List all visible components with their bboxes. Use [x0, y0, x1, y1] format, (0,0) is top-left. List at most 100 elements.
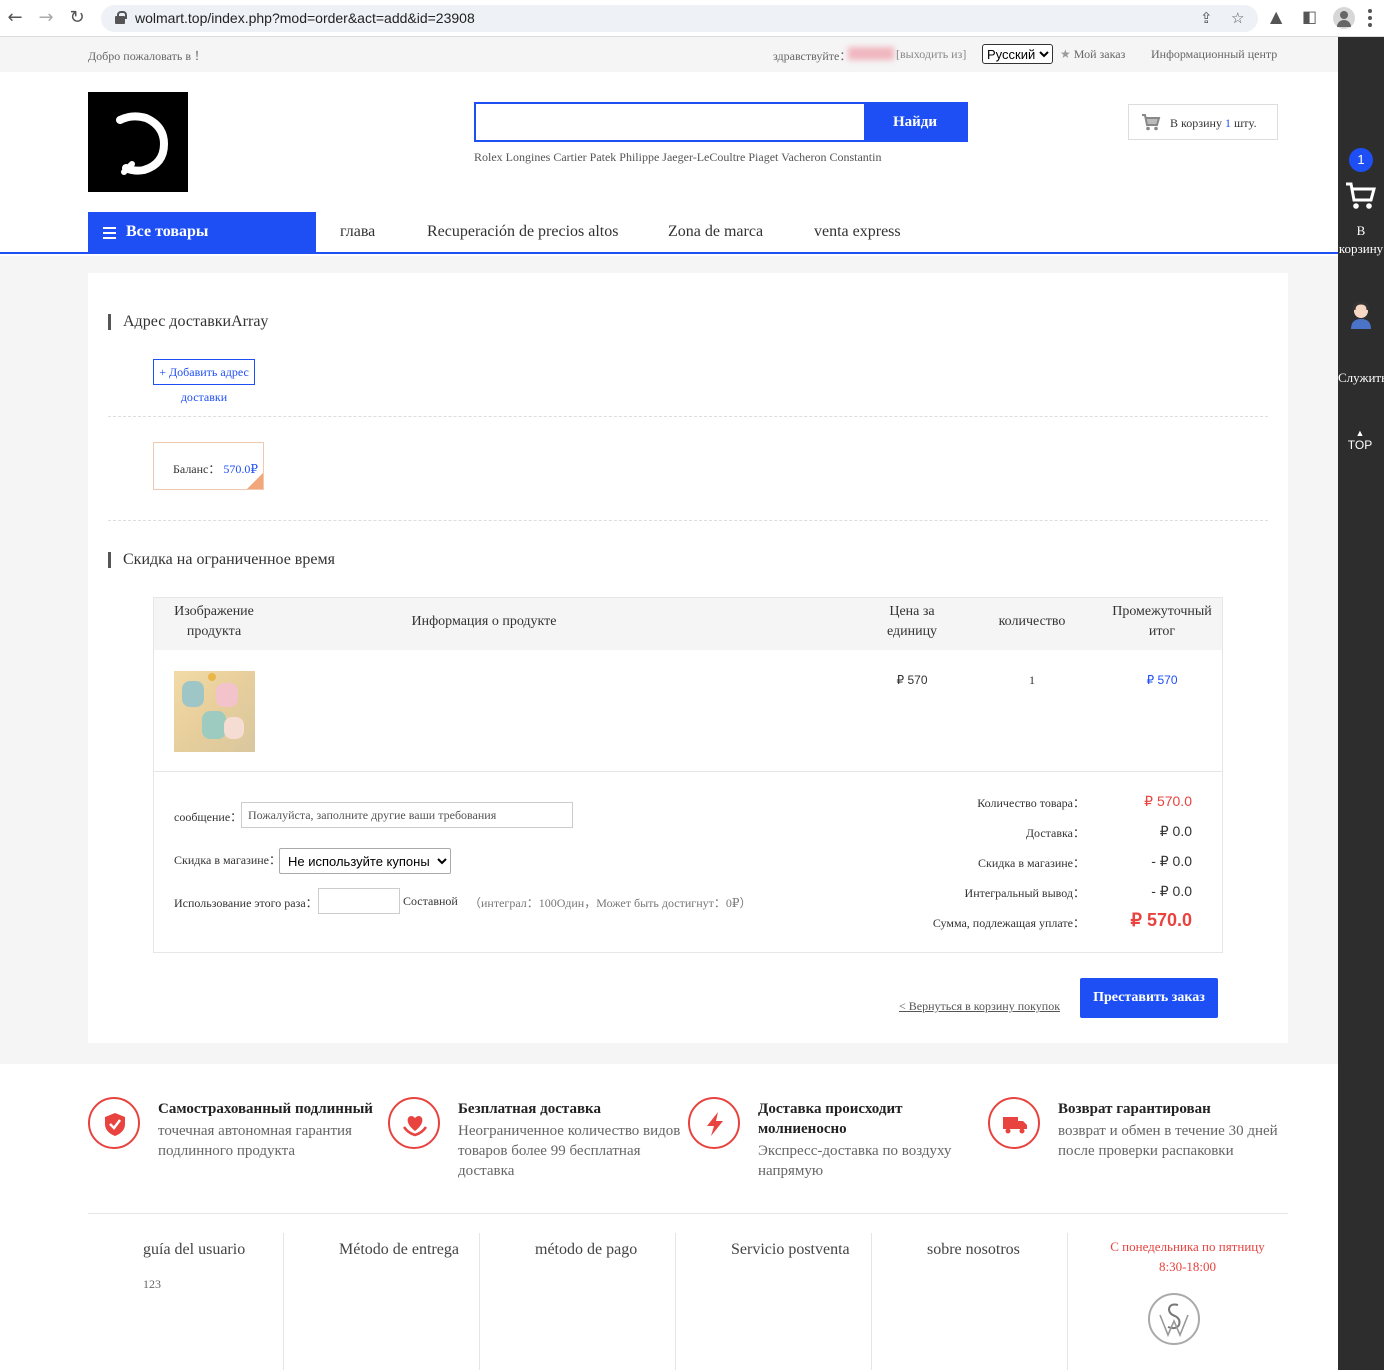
product-image[interactable]: [174, 671, 255, 752]
summary-value-goods: ₽ 570.0: [1144, 793, 1192, 809]
back-to-cart-link[interactable]: < Вернуться в корзину покупок: [899, 999, 1060, 1014]
footer-heading[interactable]: sobre nosotros: [927, 1241, 1020, 1259]
footer-col-delivery: Método de entrega: [284, 1233, 480, 1370]
nav-item-brand-zone[interactable]: Zona de marca: [668, 223, 763, 241]
my-order-label: Мой заказ: [1073, 47, 1126, 61]
feature-desc: Неограниченное количество видов товаров …: [458, 1123, 681, 1179]
sidebar-cart-label[interactable]: В корзину: [1338, 222, 1384, 258]
quantity: 1: [1029, 673, 1035, 687]
nav-item-express-sale[interactable]: venta express: [814, 223, 901, 241]
search-input[interactable]: [476, 104, 866, 140]
address-bar[interactable]: wolmart.top/index.php?mod=order&act=add&…: [101, 5, 1258, 32]
footer-heading[interactable]: guía del usuario: [143, 1241, 245, 1259]
working-hours: С понедельника по пятницу 8:30-18:00: [1090, 1237, 1285, 1277]
points-input[interactable]: [318, 888, 400, 914]
nav-item-home[interactable]: глава: [340, 223, 375, 241]
cart-count-badge: 1: [1349, 148, 1373, 172]
sidepanel-icon[interactable]: ◧: [1302, 7, 1317, 26]
feature-desc: Экспресс-доставка по воздуху напрямую: [758, 1143, 952, 1179]
checkmark-corner-icon: [247, 473, 263, 489]
summary-label-points: Интегральный вывод：: [964, 886, 1085, 900]
col-header-subtotal: Промежуточный итог: [1112, 604, 1212, 639]
submit-order-button[interactable]: Преставить заказ: [1080, 978, 1218, 1018]
cart-icon: [1142, 114, 1161, 131]
header-cart-button[interactable]: В корзину 1 штy.: [1128, 104, 1278, 140]
bookmark-star-icon[interactable]: ☆: [1231, 9, 1244, 27]
balance-label: Баланс：: [173, 462, 221, 476]
extension-icon[interactable]: ▲: [1270, 7, 1282, 26]
footer-col-payment: método de pago: [480, 1233, 676, 1370]
feature-desc: возврат и обмен в течение 30 дней после …: [1058, 1123, 1278, 1159]
menu-dots-icon[interactable]: [1368, 9, 1372, 30]
all-products-label: Все товары: [126, 223, 209, 240]
language-select[interactable]: Русский: [982, 44, 1053, 64]
summary-value-total: ₽ 570.0: [1130, 910, 1193, 930]
add-address-button[interactable]: + Добавить адрес: [153, 359, 255, 385]
col-header-info: Информация о продукте: [411, 614, 557, 629]
nav-item-price-recovery[interactable]: Recuperación de precios altos: [427, 223, 618, 241]
welcome-text: Добро пожаловать в ！: [88, 49, 207, 63]
footer-heading[interactable]: Servicio postventa: [731, 1241, 850, 1259]
summary-value-delivery: ₽ 0.0: [1159, 823, 1192, 839]
unit-price: ₽ 570: [896, 673, 928, 687]
share-icon[interactable]: ⇪: [1200, 9, 1213, 27]
feature-title: Безплатная доставка: [458, 1101, 601, 1117]
page: Добро пожаловать в ！ здравствуйте： [выхо…: [0, 37, 1338, 1370]
search-button[interactable]: Найди: [864, 102, 966, 142]
discount-section-title: Скидка на ограниченное время: [108, 552, 335, 568]
hours-line1: С понедельника по пятницу: [1110, 1239, 1265, 1254]
summary-value-points: - ₽ 0.0: [1151, 883, 1192, 899]
feature-title: Доставка происходит молниеносно: [758, 1101, 903, 1137]
site-logo[interactable]: [88, 92, 188, 192]
message-input[interactable]: Пожалуйста, заполните другие ваши требов…: [241, 802, 573, 828]
sidebar-service-label[interactable]: Служить: [1338, 370, 1384, 386]
all-products-button[interactable]: Все товары: [88, 212, 316, 253]
subtotal: ₽ 570: [1146, 673, 1178, 687]
back-to-top-button[interactable]: ▲ TOP: [1347, 428, 1373, 453]
table-row: ₽ 570 1 ₽ 570: [154, 650, 1222, 772]
points-note: （интеграл：100Один，Может быть достигнут：0…: [469, 896, 752, 910]
url-text: wolmart.top/index.php?mod=order&act=add&…: [135, 10, 475, 26]
main-nav: Все товары глава Recuperación de precios…: [0, 212, 1338, 254]
summary-label-goods: Количество товара：: [977, 796, 1085, 810]
profile-avatar[interactable]: [1333, 7, 1355, 29]
footer-col-user-guide: guía del usuario 123: [88, 1233, 284, 1370]
right-sidebar: 1 В корзину Служить ▲ TOP: [1338, 37, 1384, 1370]
logout-link[interactable]: [выходить из]: [896, 47, 966, 62]
message-label: сообщение：: [174, 810, 243, 824]
sidebar-cart-text: В корзину: [1338, 223, 1384, 256]
balance-text: Баланс： 570.0₽: [173, 460, 258, 477]
hot-keywords[interactable]: Rolex Longines Cartier Patek Philippe Ja…: [474, 150, 881, 165]
order-options: сообщение： Пожалуйста, заполните другие …: [154, 772, 1222, 952]
reload-icon[interactable]: ↻: [67, 8, 87, 28]
footer-heading[interactable]: Método de entrega: [339, 1241, 459, 1259]
cart-icon[interactable]: [1345, 181, 1377, 211]
cart-prefix: В корзину: [1170, 116, 1222, 130]
cart-summary: В корзину 1 штy.: [1170, 116, 1257, 131]
info-center-link[interactable]: Информационный центр: [1151, 47, 1277, 62]
arrow-up-icon: ▲: [1355, 428, 1365, 438]
lightning-icon: [688, 1097, 740, 1149]
browser-toolbar: ← → ↻ wolmart.top/index.php?mod=order&ac…: [0, 0, 1384, 37]
balance-option[interactable]: Баланс： 570.0₽: [153, 442, 264, 490]
top-bar: Добро пожаловать в ！ здравствуйте： [выхо…: [0, 37, 1338, 72]
divider: [108, 520, 1268, 521]
forward-icon[interactable]: →: [36, 8, 56, 28]
footer-col-about: sobre nosotros: [872, 1233, 1068, 1370]
footer-link[interactable]: 123: [143, 1277, 161, 1292]
feature-title: Самострахованный подлинный: [158, 1101, 373, 1117]
top-label: TOP: [1347, 438, 1373, 452]
feature-title: Возврат гарантирован: [1058, 1101, 1211, 1117]
divider: [108, 416, 1268, 417]
my-order-link[interactable]: ★ Мой заказ: [1060, 47, 1125, 62]
menu-icon: [103, 227, 116, 242]
points-unit: Составной: [403, 894, 458, 908]
order-card: Адрес доставкиArray + Добавить адрес дос…: [88, 273, 1288, 1043]
add-address-button-line2[interactable]: доставки: [153, 390, 255, 405]
back-icon[interactable]: ←: [5, 8, 25, 28]
footer-heading[interactable]: método de pago: [535, 1241, 637, 1259]
customer-service-icon[interactable]: [1348, 301, 1374, 329]
cart-count: 1: [1224, 116, 1231, 130]
store-discount-label: Скидка в магазине：: [174, 853, 281, 867]
coupon-select[interactable]: Не используйте купоны: [279, 848, 451, 874]
